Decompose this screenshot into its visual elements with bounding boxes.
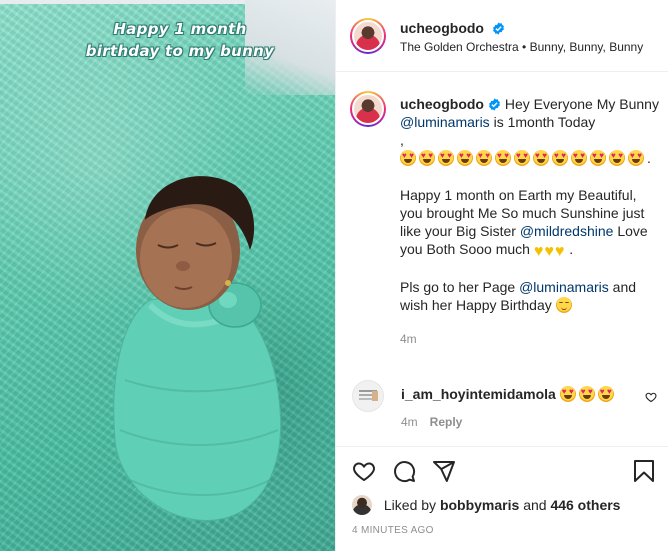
caption-mention-1[interactable]: @luminamaris <box>400 114 490 130</box>
caption-time[interactable]: 4m <box>400 330 662 348</box>
heart-eyes-icon <box>419 150 435 166</box>
share-paper-plane-icon[interactable] <box>432 459 456 483</box>
heart-eyes-icon <box>578 386 595 402</box>
post-side-panel: ucheogbodo The Golden Orchestra • Bunny,… <box>335 0 668 551</box>
heart-eyes-icon <box>457 150 473 166</box>
heart-eyes-icon <box>609 150 625 166</box>
verified-badge-icon <box>493 22 505 35</box>
liked-by-others[interactable]: 446 others <box>550 497 620 513</box>
save-bookmark-icon[interactable] <box>633 459 655 483</box>
comments-area: ucheogbodo Hey Everyone My Bunny @lumina… <box>336 73 668 445</box>
commenter-username[interactable]: i_am_hoyintemidamola <box>401 386 556 402</box>
heart-eyes-icon <box>533 150 549 166</box>
post-header: ucheogbodo The Golden Orchestra • Bunny,… <box>336 0 668 72</box>
like-heart-icon[interactable] <box>352 459 376 483</box>
heart-eyes-emoji-row: . <box>400 149 662 168</box>
heart-eyes-icon <box>476 150 492 166</box>
caption-author-avatar[interactable] <box>350 91 386 127</box>
heart-eyes-icon <box>628 150 644 166</box>
yellow-heart-icon: ♥ <box>544 243 554 260</box>
caption-mention-3[interactable]: @luminamaris <box>519 279 609 295</box>
header-username[interactable]: ucheogbodo <box>400 20 484 36</box>
heart-eyes-icon <box>400 150 416 166</box>
heart-eyes-icon <box>590 150 606 166</box>
caption-text-1b: is 1month Today <box>493 114 596 130</box>
comment-time[interactable]: 4m <box>401 415 418 429</box>
liked-by-user[interactable]: bobbymaris <box>440 497 519 513</box>
heart-eyes-icon <box>438 150 454 166</box>
comment-item: i_am_hoyintemidamola <box>352 378 657 412</box>
post-time-ago[interactable]: 4 MINUTES AGO <box>352 525 434 536</box>
smiling-face-icon <box>555 297 572 313</box>
caption-username[interactable]: ucheogbodo <box>400 96 484 112</box>
heart-eyes-icon <box>571 150 587 166</box>
author-avatar[interactable] <box>350 18 386 54</box>
caption-mention-2[interactable]: @mildredshine <box>520 223 614 239</box>
caption-text-1: Hey Everyone My Bunny <box>504 96 659 112</box>
liked-by-prefix: Liked by <box>383 497 437 513</box>
caption-comma: , <box>400 132 404 148</box>
heart-eyes-icon <box>559 386 576 402</box>
media-text-overlay: Happy 1 month birthday to my bunny <box>80 18 280 62</box>
overlay-line-1: Happy 1 month <box>113 20 247 38</box>
overlay-line-2: birthday to my bunny <box>85 42 275 60</box>
liker-avatar[interactable] <box>352 495 372 515</box>
reply-button[interactable]: Reply <box>430 415 463 429</box>
post-actions: Liked by bobbymaris and 446 others 4 MIN… <box>336 446 668 551</box>
heart-eyes-icon <box>552 150 568 166</box>
liked-by-summary: Liked by bobbymaris and 446 others <box>352 495 620 517</box>
liked-by-and: and <box>523 497 547 513</box>
comment-body: i_am_hoyintemidamola <box>401 386 617 402</box>
caption-verified-badge-icon <box>489 98 500 111</box>
audio-track-link[interactable]: The Golden Orchestra • Bunny, Bunny, Bun… <box>400 40 643 54</box>
yellow-heart-icon: ♥ <box>533 243 544 260</box>
heart-eyes-icon <box>514 150 530 166</box>
comment-meta: 4m Reply <box>401 415 462 429</box>
heart-eyes-icon <box>597 386 614 402</box>
comment-bubble-icon[interactable] <box>392 459 416 483</box>
baby-image <box>113 176 282 521</box>
yellow-heart-icon: ♥ <box>554 243 565 260</box>
commenter-avatar[interactable] <box>352 380 384 412</box>
post-caption: ucheogbodo Hey Everyone My Bunny @lumina… <box>400 95 662 348</box>
comment-like-heart-icon[interactable] <box>645 391 657 403</box>
post-media[interactable]: Happy 1 month birthday to my bunny <box>0 0 335 551</box>
header-username-row: ucheogbodo <box>400 20 505 38</box>
caption-text-3: Pls go to her Page <box>400 279 516 295</box>
heart-eyes-icon <box>495 150 511 166</box>
